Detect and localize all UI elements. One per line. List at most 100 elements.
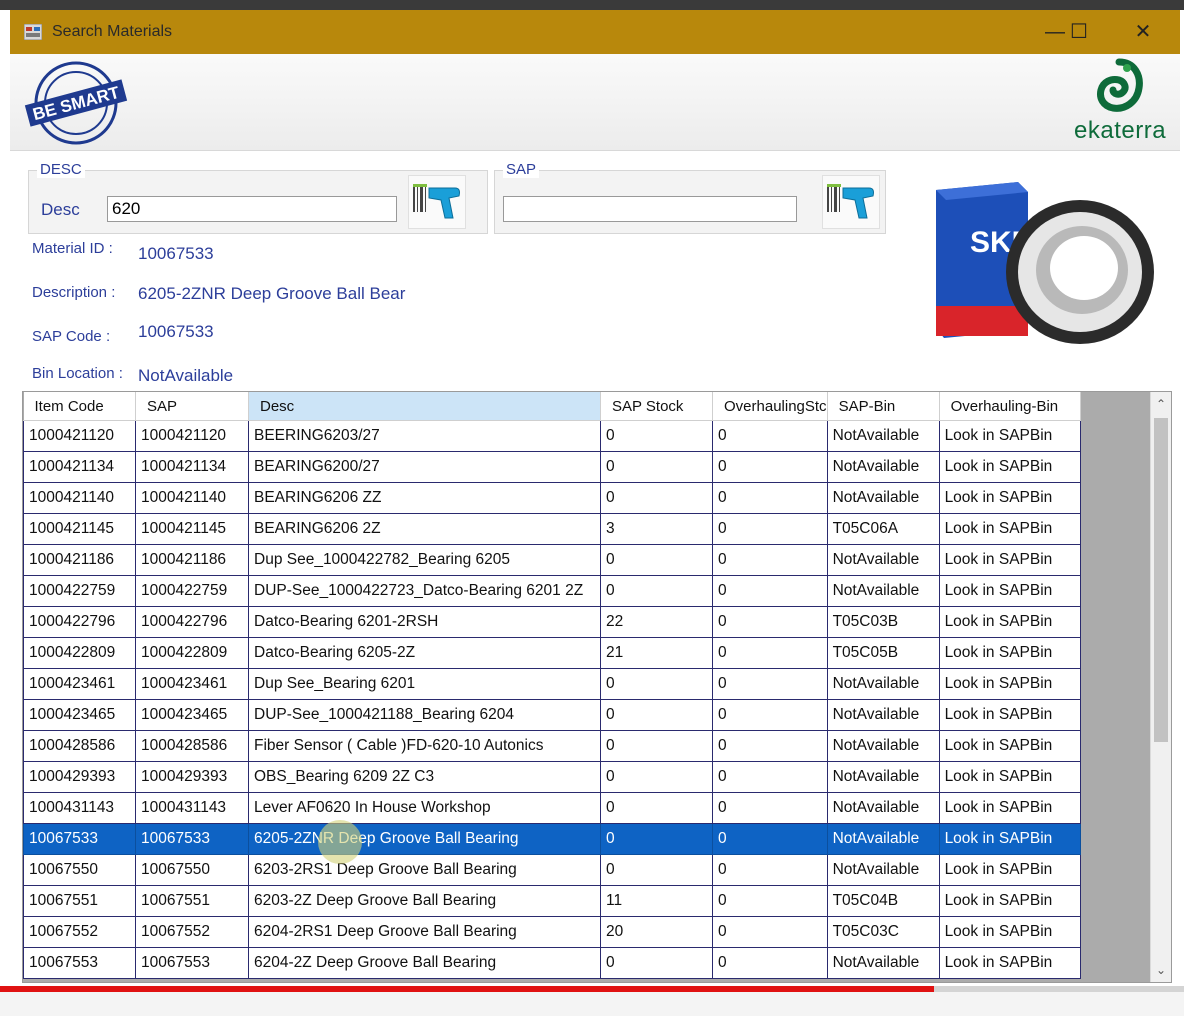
table-cell[interactable]: 1000421145: [135, 513, 249, 545]
table-cell[interactable]: 1000423465: [23, 699, 136, 731]
table-cell[interactable]: Look in SAPBin: [938, 513, 1081, 545]
table-cell[interactable]: 6203-2RS1 Deep Groove Ball Bearing: [248, 854, 601, 886]
table-row[interactable]: 1000423461 1000423461 Dup See_Bearing 6201…: [23, 668, 1081, 700]
table-cell[interactable]: NotAvailable: [826, 792, 940, 824]
table-cell[interactable]: 1000422809: [23, 637, 136, 669]
table-cell[interactable]: 0: [712, 761, 828, 793]
table-cell[interactable]: 0: [712, 420, 828, 452]
table-cell[interactable]: NotAvailable: [826, 947, 940, 979]
table-row[interactable]: 1000423465 1000423465 DUP-See_1000421188_B…: [23, 699, 1081, 731]
table-cell[interactable]: Look in SAPBin: [938, 947, 1081, 979]
table-cell[interactable]: 1000429393: [23, 761, 136, 793]
table-cell[interactable]: 1000422796: [23, 606, 136, 638]
table-cell[interactable]: 22: [600, 606, 713, 638]
table-row[interactable]: 1000431143 1000431143 Lever AF0620 In Hous…: [23, 792, 1081, 824]
table-cell[interactable]: Lever AF0620 In House Workshop: [248, 792, 601, 824]
table-row[interactable]: 10067550 10067550 6203-2RS1 Deep Groove Ba…: [23, 854, 1081, 886]
desc-scan-button[interactable]: [408, 175, 466, 229]
table-cell[interactable]: 1000422759: [135, 575, 249, 607]
table-cell[interactable]: 10067533: [135, 823, 249, 855]
table-row[interactable]: 1000421145 1000421145 BEARING6206 2Z 3 0 T05C…: [23, 513, 1081, 545]
table-cell[interactable]: 20: [600, 916, 713, 948]
table-row[interactable]: 1000422809 1000422809 Datco-Bearing 6205-2…: [23, 637, 1081, 669]
close-button[interactable]: ✕: [1121, 18, 1165, 46]
table-cell[interactable]: 0: [712, 730, 828, 762]
table-row[interactable]: 10067533 10067533 6205-2ZNR Deep Groove Ba…: [23, 823, 1081, 855]
table-cell[interactable]: 1000422759: [23, 575, 136, 607]
table-cell[interactable]: Look in SAPBin: [938, 730, 1081, 762]
table-cell[interactable]: NotAvailable: [826, 575, 940, 607]
table-cell[interactable]: 0: [712, 544, 828, 576]
table-cell[interactable]: 1000421140: [135, 482, 249, 514]
table-cell[interactable]: NotAvailable: [826, 451, 940, 483]
table-cell[interactable]: Look in SAPBin: [938, 668, 1081, 700]
table-row[interactable]: 10067551 10067551 6203-2Z Deep Groove Ball…: [23, 885, 1081, 917]
table-cell[interactable]: 1000421140: [23, 482, 136, 514]
table-cell[interactable]: Look in SAPBin: [938, 420, 1081, 452]
table-cell[interactable]: BEARING6206 2Z: [248, 513, 601, 545]
table-cell[interactable]: Look in SAPBin: [938, 482, 1081, 514]
table-row[interactable]: 1000421140 1000421140 BEARING6206 ZZ 0 0 NotA…: [23, 482, 1081, 514]
table-row[interactable]: 1000421134 1000421134 BEARING6200/27 0 0 NotA…: [23, 451, 1081, 483]
table-cell[interactable]: 0: [712, 854, 828, 886]
table-row[interactable]: 1000429393 1000429393 OBS_Bearing 6209 2Z …: [23, 761, 1081, 793]
table-cell[interactable]: DUP-See_1000422723_Datco-Bearing 6201 2Z: [248, 575, 601, 607]
table-row[interactable]: 1000421186 1000421186 Dup See_1000422782_B…: [23, 544, 1081, 576]
table-cell[interactable]: Look in SAPBin: [938, 761, 1081, 793]
table-cell[interactable]: 3: [600, 513, 713, 545]
table-cell[interactable]: 10067552: [23, 916, 136, 948]
table-cell[interactable]: Look in SAPBin: [938, 792, 1081, 824]
table-cell[interactable]: NotAvailable: [826, 823, 940, 855]
table-cell[interactable]: 0: [712, 637, 828, 669]
table-cell[interactable]: T05C05B: [826, 637, 940, 669]
table-cell[interactable]: 1000423465: [135, 699, 249, 731]
table-cell[interactable]: 0: [712, 947, 828, 979]
table-row[interactable]: 1000428586 1000428586 Fiber Sensor ( Cable…: [23, 730, 1081, 762]
table-cell[interactable]: 10067551: [135, 885, 249, 917]
table-cell[interactable]: NotAvailable: [826, 761, 940, 793]
table-cell[interactable]: BEARING6200/27: [248, 451, 601, 483]
column-header[interactable]: SAP-Bin: [827, 392, 940, 421]
table-cell[interactable]: 6204-2Z Deep Groove Ball Bearing: [248, 947, 601, 979]
table-row[interactable]: 1000422796 1000422796 Datco-Bearing 6201-2…: [23, 606, 1081, 638]
scroll-down-icon[interactable]: ⌄: [1151, 960, 1171, 980]
table-cell[interactable]: 21: [600, 637, 713, 669]
table-cell[interactable]: 1000423461: [135, 668, 249, 700]
table-cell[interactable]: 1000428586: [135, 730, 249, 762]
table-cell[interactable]: 0: [600, 482, 713, 514]
table-cell[interactable]: 10067552: [135, 916, 249, 948]
table-cell[interactable]: 1000421186: [135, 544, 249, 576]
column-header[interactable]: OverhaulingStc: [712, 392, 828, 421]
table-cell[interactable]: 0: [600, 575, 713, 607]
table-row[interactable]: 10067552 10067552 6204-2RS1 Deep Groove Ba…: [23, 916, 1081, 948]
sap-scan-button[interactable]: [822, 175, 880, 229]
table-cell[interactable]: 0: [712, 699, 828, 731]
table-cell[interactable]: 1000423461: [23, 668, 136, 700]
table-cell[interactable]: T05C06A: [826, 513, 940, 545]
table-cell[interactable]: 0: [712, 575, 828, 607]
table-cell[interactable]: NotAvailable: [826, 668, 940, 700]
table-cell[interactable]: 11: [600, 885, 713, 917]
table-cell[interactable]: NotAvailable: [826, 854, 940, 886]
table-cell[interactable]: 10067550: [135, 854, 249, 886]
column-header[interactable]: SAP Stock: [600, 392, 713, 421]
vertical-scrollbar[interactable]: ⌃ ⌄: [1150, 392, 1171, 982]
table-cell[interactable]: Fiber Sensor ( Cable )FD-620-10 Autonics: [248, 730, 601, 762]
table-cell[interactable]: 1000431143: [23, 792, 136, 824]
table-cell[interactable]: NotAvailable: [826, 482, 940, 514]
table-cell[interactable]: Look in SAPBin: [938, 575, 1081, 607]
table-cell[interactable]: T05C03B: [826, 606, 940, 638]
table-cell[interactable]: Look in SAPBin: [938, 916, 1081, 948]
table-cell[interactable]: T05C04B: [826, 885, 940, 917]
table-cell[interactable]: 0: [600, 823, 713, 855]
table-cell[interactable]: 10067553: [23, 947, 136, 979]
table-cell[interactable]: 0: [600, 451, 713, 483]
table-cell[interactable]: 0: [600, 420, 713, 452]
column-header[interactable]: Item Code: [23, 392, 136, 421]
sap-input[interactable]: [503, 196, 797, 222]
table-cell[interactable]: BEARING6206 ZZ: [248, 482, 601, 514]
table-cell[interactable]: 0: [712, 513, 828, 545]
table-cell[interactable]: BEERING6203/27: [248, 420, 601, 452]
table-cell[interactable]: 0: [600, 854, 713, 886]
table-cell[interactable]: 0: [712, 792, 828, 824]
